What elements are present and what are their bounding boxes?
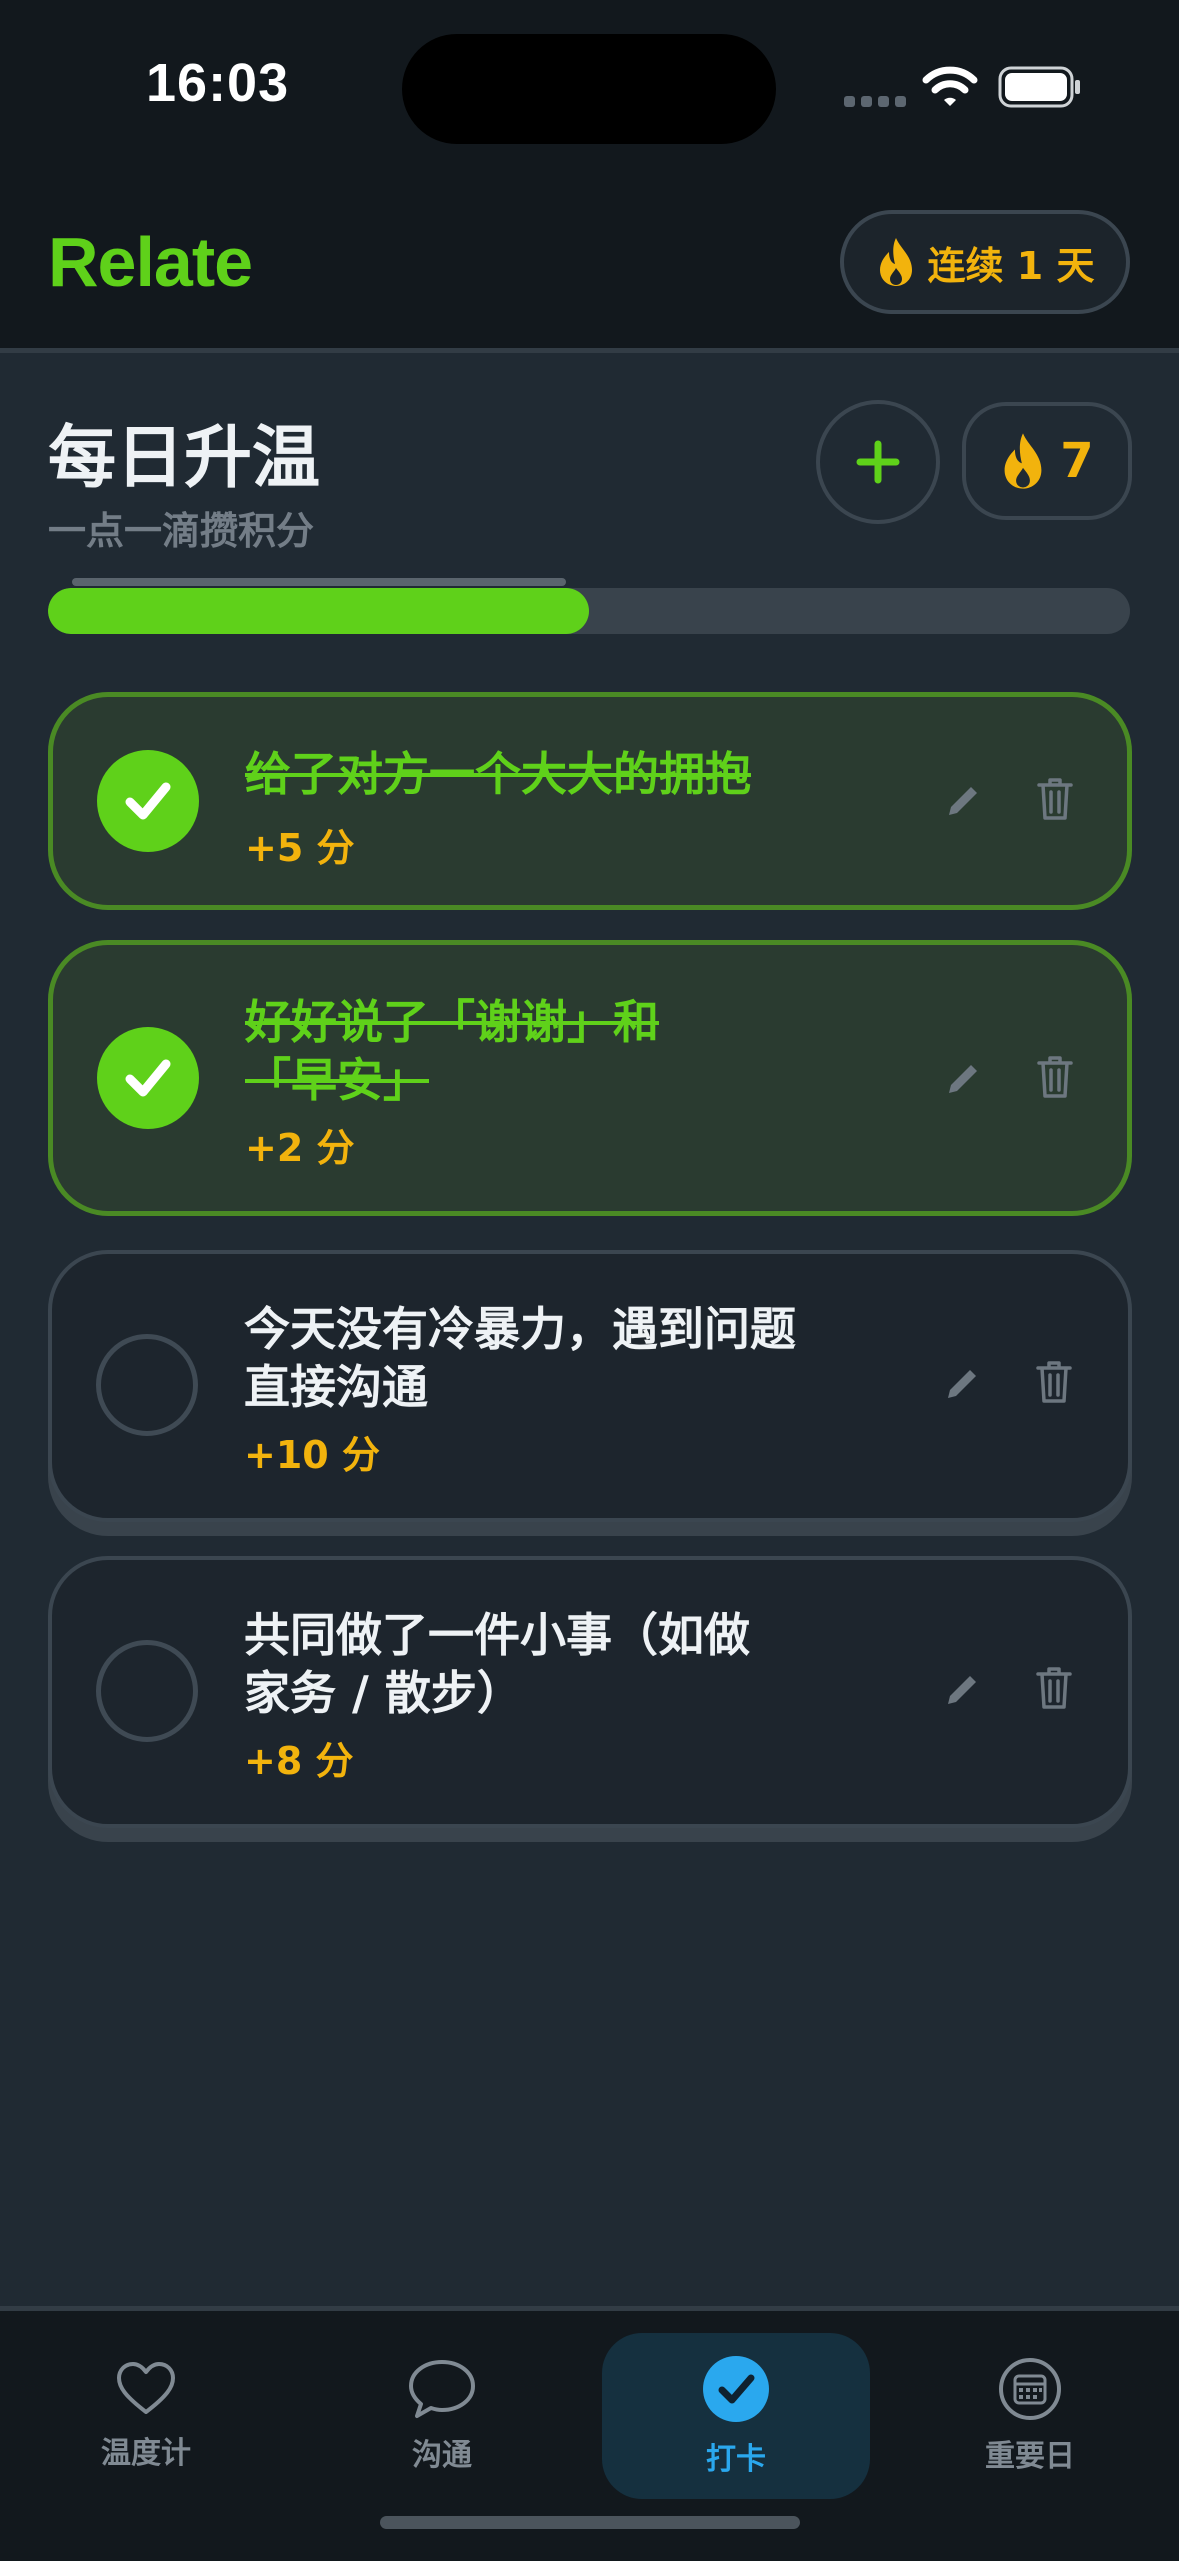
heart-icon: [117, 2362, 175, 2414]
dynamic-island: [402, 34, 776, 144]
checkmark-icon: [125, 782, 171, 820]
trash-icon: [1037, 1056, 1073, 1098]
pencil-icon: [948, 1370, 976, 1398]
task-checkbox[interactable]: [96, 1640, 198, 1742]
trash-icon: [1037, 778, 1073, 820]
delete-button[interactable]: [1025, 769, 1085, 829]
progress-ghost-line: [72, 578, 566, 586]
task-points: +10 分: [244, 1433, 380, 1477]
progress-fill: [48, 588, 589, 634]
section-subtitle: 一点一滴攒积分: [48, 509, 315, 553]
checkmark-icon: [125, 1059, 171, 1097]
tab-label: 打卡: [706, 2442, 766, 2477]
pencil-icon: [948, 1676, 976, 1704]
flame-icon: [879, 238, 912, 286]
plus-icon: [856, 440, 900, 484]
task-points: +2 分: [245, 1126, 355, 1170]
progress-bar: [48, 588, 1130, 634]
chat-bubble-icon: [409, 2360, 475, 2418]
status-time: 16:03: [146, 53, 290, 113]
task-title: 共同做了一件小事（如做家务 / 散步）: [244, 1608, 750, 1720]
score-value: 7: [1060, 433, 1094, 489]
tab-label: 温度计: [101, 2436, 191, 2471]
calendar-icon: [999, 2358, 1061, 2420]
delete-button[interactable]: [1024, 1352, 1084, 1412]
task-title: 今天没有冷暴力，遇到问题直接沟通: [244, 1302, 796, 1414]
cellular-signal-icon: [844, 96, 906, 107]
trash-icon: [1036, 1361, 1072, 1403]
trash-icon: [1036, 1667, 1072, 1709]
task-card[interactable]: 好好说了「谢谢」和「早安」 +2 分: [48, 940, 1132, 1216]
edit-button[interactable]: [933, 771, 993, 831]
add-task-button[interactable]: [816, 400, 940, 524]
pencil-icon: [949, 787, 977, 815]
streak-label: 连续 1 天: [927, 243, 1095, 288]
app-header: 16:03 Relate 连续 1 天: [0, 0, 1179, 353]
delete-button[interactable]: [1025, 1047, 1085, 1107]
task-title: 给了对方一个大大的拥抱: [245, 747, 751, 801]
pencil-icon: [949, 1065, 977, 1093]
task-checkbox[interactable]: [97, 750, 199, 852]
app-brand-title: Relate: [48, 223, 253, 301]
wifi-icon: [922, 66, 978, 106]
task-checkbox[interactable]: [96, 1334, 198, 1436]
delete-button[interactable]: [1024, 1658, 1084, 1718]
tab-communication[interactable]: 沟通: [308, 2333, 576, 2499]
task-points: +8 分: [244, 1739, 354, 1783]
task-card[interactable]: 共同做了一件小事（如做家务 / 散步） +8 分: [48, 1556, 1132, 1828]
tab-checkin[interactable]: 打卡: [602, 2333, 870, 2499]
task-card[interactable]: 给了对方一个大大的拥抱 +5 分: [48, 692, 1132, 910]
edit-button[interactable]: [933, 1049, 993, 1109]
tab-label: 沟通: [412, 2438, 472, 2473]
flame-icon: [1004, 433, 1042, 489]
task-checkbox[interactable]: [97, 1027, 199, 1129]
edit-button[interactable]: [932, 1660, 992, 1720]
streak-badge[interactable]: 连续 1 天: [840, 210, 1130, 314]
section-title: 每日升温: [48, 419, 321, 498]
task-title: 好好说了「谢谢」和「早安」: [245, 995, 659, 1107]
check-circle-icon: [703, 2356, 769, 2422]
battery-icon: [998, 66, 1080, 108]
home-indicator[interactable]: [380, 2516, 800, 2529]
score-badge: 7: [962, 402, 1132, 520]
tab-important-days[interactable]: 重要日: [896, 2333, 1164, 2499]
task-card[interactable]: 今天没有冷暴力，遇到问题直接沟通 +10 分: [48, 1250, 1132, 1522]
tab-thermometer[interactable]: 温度计: [12, 2333, 280, 2499]
edit-button[interactable]: [932, 1354, 992, 1414]
task-points: +5 分: [245, 826, 355, 870]
tab-label: 重要日: [985, 2439, 1075, 2474]
